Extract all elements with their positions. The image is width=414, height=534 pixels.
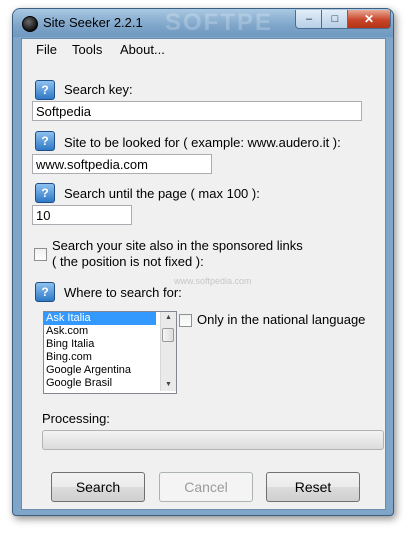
page-limit-input[interactable]: 10 xyxy=(32,205,132,225)
site-help-icon[interactable]: ? xyxy=(35,131,55,151)
window-title: Site Seeker 2.2.1 xyxy=(43,15,143,30)
list-item[interactable]: Bing Italia xyxy=(44,338,156,351)
search-key-label: Search key: xyxy=(64,82,133,97)
close-button[interactable]: ✕ xyxy=(347,10,391,29)
watermark-url: www.softpedia.com xyxy=(174,276,252,286)
maximize-button[interactable]: □ xyxy=(321,10,349,29)
cancel-button[interactable]: Cancel xyxy=(159,472,253,502)
search-engine-list[interactable]: Ask Italia Ask.com Bing Italia Bing.com … xyxy=(43,311,177,394)
search-key-help-icon[interactable]: ? xyxy=(35,80,55,100)
processing-label: Processing: xyxy=(42,411,110,426)
site-label: Site to be looked for ( example: www.aud… xyxy=(64,135,341,150)
national-language-checkbox[interactable] xyxy=(179,314,192,327)
app-window: Site Seeker 2.2.1 SOFTPE – □ ✕ File Tool… xyxy=(12,8,394,516)
menu-bar: File Tools About... xyxy=(22,39,385,61)
scroll-up-icon[interactable]: ▲ xyxy=(161,312,176,324)
reset-button[interactable]: Reset xyxy=(266,472,360,502)
list-item[interactable]: Bing.com xyxy=(44,351,156,364)
client-area: File Tools About... ? Search key: Softpe… xyxy=(21,38,386,510)
page-limit-help-icon[interactable]: ? xyxy=(35,183,55,203)
menu-tools[interactable]: Tools xyxy=(72,42,102,57)
processing-progress-bar xyxy=(42,430,384,450)
list-item[interactable]: Google Argentina xyxy=(44,364,156,377)
watermark-text: SOFTPE xyxy=(165,9,274,36)
site-input[interactable]: www.softpedia.com xyxy=(32,154,212,174)
scroll-down-icon[interactable]: ▼ xyxy=(161,379,176,391)
sponsored-label-line2: ( the position is not fixed ): xyxy=(52,254,204,269)
list-item[interactable]: Ask Italia xyxy=(44,312,156,325)
national-language-label: Only in the national language xyxy=(197,312,366,327)
where-label: Where to search for: xyxy=(64,285,182,300)
menu-about[interactable]: About... xyxy=(120,42,165,57)
page-limit-label: Search until the page ( max 100 ): xyxy=(64,186,260,201)
list-item[interactable]: Google Brasil xyxy=(44,377,156,390)
search-key-input[interactable]: Softpedia xyxy=(32,101,362,121)
minimize-button[interactable]: – xyxy=(295,10,323,29)
scroll-thumb[interactable] xyxy=(162,328,174,342)
search-button[interactable]: Search xyxy=(51,472,145,502)
where-help-icon[interactable]: ? xyxy=(35,282,55,302)
list-item[interactable]: Ask.com xyxy=(44,325,156,338)
app-icon xyxy=(22,16,38,32)
menu-file[interactable]: File xyxy=(36,42,57,57)
list-scrollbar[interactable]: ▲ ▼ xyxy=(160,312,176,391)
title-bar[interactable]: Site Seeker 2.2.1 SOFTPE – □ ✕ xyxy=(13,9,393,37)
sponsored-links-checkbox[interactable] xyxy=(34,248,47,261)
sponsored-label-line1: Search your site also in the sponsored l… xyxy=(52,238,303,253)
